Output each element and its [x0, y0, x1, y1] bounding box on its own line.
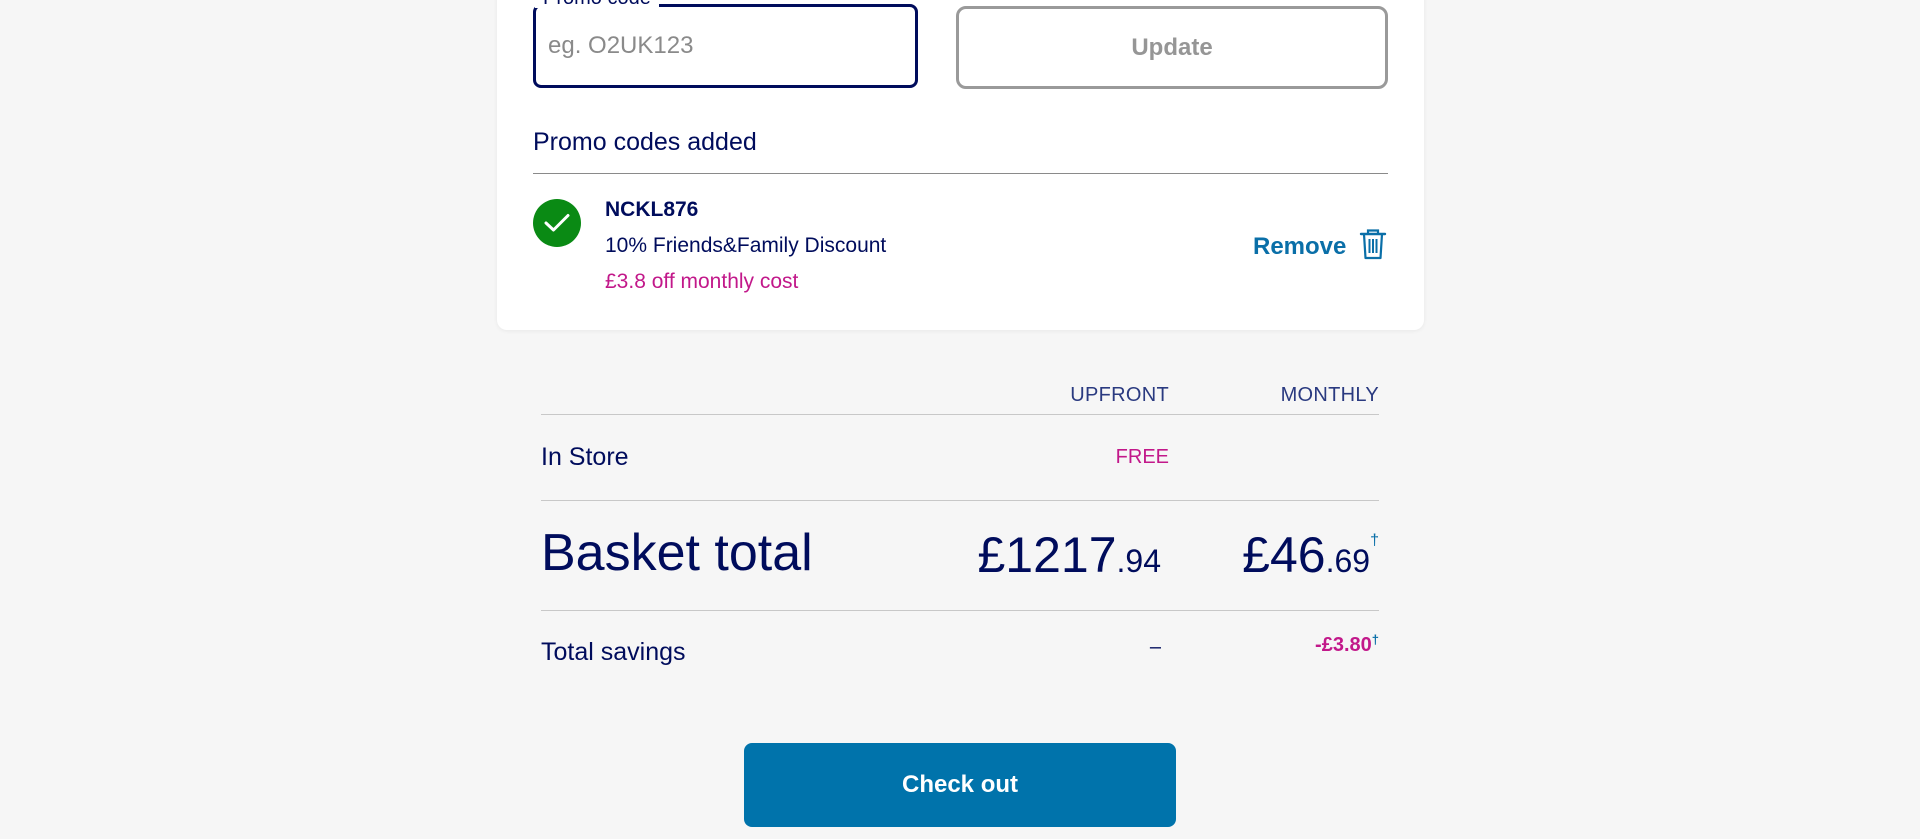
basket-total-label: Basket total [541, 524, 813, 582]
divider [541, 500, 1379, 501]
basket-monthly-decimals: .69 [1325, 543, 1371, 579]
monthly-column-header: MONTHLY [1280, 384, 1379, 406]
divider [541, 610, 1379, 611]
update-button[interactable]: Update [956, 6, 1388, 89]
applied-promo-code: NCKL876 [605, 198, 699, 221]
basket-monthly-main: £46 [1242, 527, 1326, 583]
delivery-method-label: In Store [541, 443, 629, 471]
footnote-mark: † [1370, 532, 1379, 549]
total-savings-upfront: – [1149, 636, 1161, 658]
trash-icon [1358, 228, 1388, 267]
checkout-button[interactable]: Check out [744, 743, 1176, 827]
upfront-column-header: UPFRONT [1070, 384, 1169, 406]
applied-promo-saving: £3.8 off monthly cost [605, 270, 799, 293]
divider [541, 414, 1379, 415]
delivery-upfront-price: FREE [1115, 446, 1169, 468]
total-savings-label: Total savings [541, 638, 686, 666]
applied-promo-description: 10% Friends&Family Discount [605, 234, 887, 257]
basket-upfront-main: £1217 [977, 527, 1117, 583]
footnote-mark: † [1371, 632, 1379, 647]
remove-label: Remove [1253, 233, 1347, 260]
promo-code-input[interactable] [536, 7, 915, 85]
remove-promo-button[interactable]: Remove [1253, 228, 1388, 267]
total-savings-monthly: -£3.80† [1315, 632, 1379, 657]
check-icon [533, 199, 581, 247]
savings-monthly-value: -£3.80 [1315, 634, 1372, 656]
basket-upfront-decimals: .94 [1116, 543, 1161, 579]
basket-summary-page: Promo code Update Promo codes added NCKL… [0, 0, 1920, 839]
basket-total-monthly: £46.69† [1242, 526, 1379, 584]
basket-total-upfront: £1217.94 [977, 526, 1161, 584]
divider [533, 173, 1388, 174]
promo-codes-added-heading: Promo codes added [533, 128, 757, 156]
